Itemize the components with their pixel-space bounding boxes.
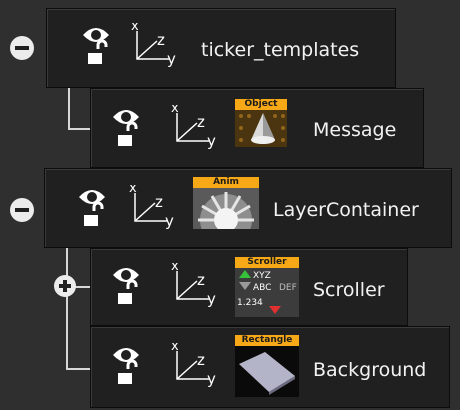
svg-text:y: y <box>207 132 216 149</box>
svg-text:x: x <box>129 185 137 196</box>
svg-text:x: x <box>171 343 179 354</box>
tree-node-message[interactable]: x z y Object Message <box>90 88 424 168</box>
axis-icon[interactable]: x z y <box>167 105 221 149</box>
tree-node-background[interactable]: x z y Rectangle Background <box>90 326 450 408</box>
thumbnail-tag: Scroller <box>235 257 299 268</box>
svg-text:y: y <box>207 370 216 387</box>
scroller-line: 1.234 <box>237 298 263 308</box>
svg-text:z: z <box>197 113 205 131</box>
tree-connector <box>66 248 68 370</box>
tree-node-ticker-templates[interactable]: x z y ticker_templates <box>46 8 396 88</box>
object-cone-icon: Object <box>235 99 287 147</box>
tree-node-layercontainer[interactable]: x z y Anim LayerContainer <box>44 168 452 248</box>
node-label: Scroller <box>313 279 385 301</box>
node-label: ticker_templates <box>201 39 360 61</box>
svg-text:y: y <box>165 212 174 229</box>
axis-x-label: x <box>131 23 139 34</box>
visibility-lock-icon[interactable] <box>111 105 141 149</box>
scene-tree: x z y ticker_templates x z y Object Mess… <box>0 0 460 410</box>
svg-text:z: z <box>155 193 163 211</box>
axis-y-label: y <box>167 50 176 67</box>
tree-connector <box>68 88 70 130</box>
tree-node-scroller[interactable]: x z y Scroller XYZ ABC DEF 1.234 Scrolle… <box>90 248 408 326</box>
scroller-line: DEF <box>279 283 297 293</box>
svg-text:z: z <box>197 271 205 289</box>
axis-z-label: z <box>157 31 165 49</box>
rectangle-icon: Rectangle <box>235 335 299 397</box>
collapse-icon[interactable] <box>10 36 34 60</box>
tree-connector <box>66 368 90 370</box>
visibility-lock-icon[interactable] <box>81 23 111 67</box>
thumbnail-tag: Rectangle <box>235 335 299 346</box>
node-label: LayerContainer <box>273 199 419 221</box>
axis-icon[interactable]: x z y <box>167 263 221 307</box>
collapse-icon[interactable] <box>10 198 34 222</box>
node-label: Background <box>313 359 427 381</box>
expand-icon[interactable] <box>54 275 76 297</box>
axis-icon[interactable]: x z y <box>127 23 181 67</box>
node-label: Message <box>313 119 397 141</box>
visibility-lock-icon[interactable] <box>77 185 107 229</box>
axis-icon[interactable]: x z y <box>125 185 179 229</box>
scroller-line: XYZ <box>253 271 271 281</box>
svg-text:x: x <box>171 263 179 274</box>
thumbnail-tag: Anim <box>193 177 259 188</box>
visibility-lock-icon[interactable] <box>111 343 141 387</box>
tree-connector <box>68 128 90 130</box>
scroller-icon: Scroller XYZ ABC DEF 1.234 <box>235 257 299 317</box>
anim-wheel-icon: Anim <box>193 177 259 229</box>
svg-text:x: x <box>171 105 179 116</box>
scroller-line: ABC <box>253 283 271 293</box>
visibility-lock-icon[interactable] <box>111 263 141 307</box>
thumbnail-tag: Object <box>235 99 287 110</box>
svg-text:y: y <box>207 290 216 307</box>
axis-icon[interactable]: x z y <box>167 343 221 387</box>
svg-text:z: z <box>197 351 205 369</box>
